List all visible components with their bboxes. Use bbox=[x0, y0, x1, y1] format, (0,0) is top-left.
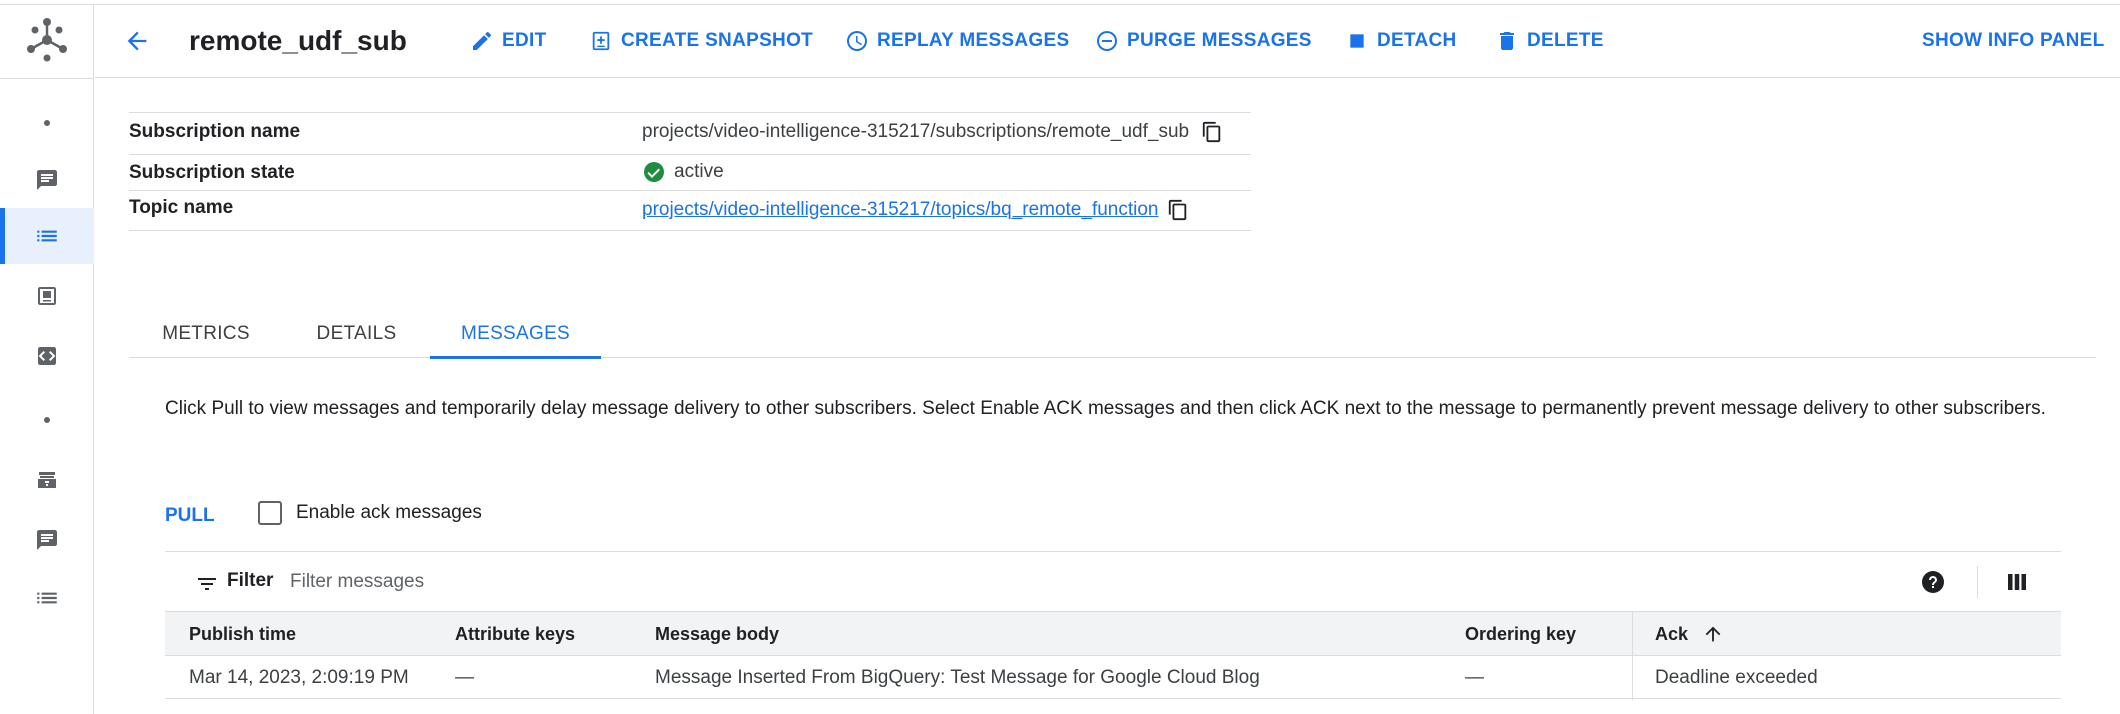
rail-divider bbox=[0, 78, 94, 79]
cell-ordering-key: — bbox=[1465, 667, 1484, 688]
subscription-state-value: active bbox=[642, 160, 724, 184]
filter-bar: Filter bbox=[165, 551, 2061, 611]
pull-button[interactable]: PULL bbox=[153, 500, 227, 532]
page-title: remote_udf_sub bbox=[189, 25, 407, 56]
nav-item-subscriptions[interactable] bbox=[0, 208, 94, 264]
show-info-panel-button[interactable]: SHOW INFO PANEL bbox=[1922, 25, 2105, 57]
property-row-topic-name: Topic name projects/video-intelligence-3… bbox=[129, 190, 1251, 231]
enable-ack-label: Enable ack messages bbox=[296, 502, 482, 523]
list-icon bbox=[37, 230, 57, 242]
tab-metrics[interactable]: METRICS bbox=[129, 310, 283, 358]
chat-icon bbox=[37, 170, 57, 190]
clock-icon bbox=[845, 29, 869, 53]
tab-messages[interactable]: MESSAGES bbox=[430, 310, 601, 359]
arrow-back-icon bbox=[127, 31, 147, 51]
detach-button[interactable]: DETACH bbox=[1345, 25, 1457, 57]
topic-link[interactable]: projects/video-intelligence-315217/topic… bbox=[642, 199, 1159, 221]
pubsub-logo-icon[interactable] bbox=[22, 15, 72, 65]
toolbar-divider bbox=[1977, 566, 1978, 598]
column-header-message-body[interactable]: Message body bbox=[655, 612, 779, 656]
copy-subscription-name-icon[interactable] bbox=[1201, 121, 1223, 143]
nav-dot-icon-2 bbox=[44, 417, 50, 423]
column-divider bbox=[1632, 612, 1633, 656]
nav-item-schemas[interactable] bbox=[0, 328, 94, 384]
nav-item-topics[interactable] bbox=[0, 152, 94, 208]
delete-button[interactable]: DELETE bbox=[1495, 25, 1604, 57]
help-icon[interactable] bbox=[1921, 570, 1945, 594]
chat-icon-2 bbox=[37, 530, 57, 550]
column-header-ordering-key[interactable]: Ordering key bbox=[1465, 612, 1576, 656]
code-icon bbox=[38, 347, 56, 365]
status-text: active bbox=[674, 161, 724, 182]
messages-description: Click Pull to view messages and temporar… bbox=[165, 398, 2046, 419]
property-row-subscription-name: Subscription name projects/video-intelli… bbox=[129, 112, 1251, 154]
edit-button[interactable]: EDIT bbox=[470, 25, 546, 57]
table-header-row: Publish time Attribute keys Message body… bbox=[165, 611, 2061, 656]
snapshot-icon bbox=[38, 287, 56, 305]
table-row[interactable]: Mar 14, 2023, 2:09:19 PM — Message Inser… bbox=[165, 655, 2061, 700]
column-header-attribute-keys[interactable]: Attribute keys bbox=[455, 612, 575, 656]
minus-circle-icon bbox=[1095, 29, 1119, 53]
column-display-icon[interactable] bbox=[2005, 570, 2029, 594]
filter-label: Filter bbox=[227, 570, 274, 591]
column-header-ack[interactable]: Ack bbox=[1655, 612, 1724, 656]
subscription-name-value: projects/video-intelligence-315217/subsc… bbox=[642, 121, 1223, 143]
topic-name-label: Topic name bbox=[129, 197, 234, 218]
subscription-tabs: METRICS DETAILS MESSAGES bbox=[129, 310, 2096, 359]
filter-icon[interactable] bbox=[195, 572, 219, 596]
trash-icon bbox=[1495, 29, 1519, 53]
storage-icon bbox=[38, 472, 56, 488]
snapshot-add-icon bbox=[589, 29, 613, 53]
create-snapshot-button[interactable]: CREATE SNAPSHOT bbox=[589, 25, 813, 57]
copy-topic-name-icon[interactable] bbox=[1167, 199, 1189, 221]
list-icon-2 bbox=[37, 592, 57, 604]
enable-ack-toggle[interactable]: Enable ack messages bbox=[258, 501, 482, 525]
page-header: remote_udf_sub EDIT CREATE SNAPSHOT REPL… bbox=[95, 5, 2120, 78]
subscription-properties: Subscription name projects/video-intelli… bbox=[129, 112, 1251, 231]
topic-name-value: projects/video-intelligence-315217/topic… bbox=[642, 199, 1189, 221]
stop-icon bbox=[1345, 29, 1369, 53]
cell-ack-status: Deadline exceeded bbox=[1655, 667, 1818, 688]
nav-item-lite-reservations[interactable] bbox=[0, 452, 94, 508]
nav-dot-icon bbox=[44, 120, 50, 126]
messages-table: Filter Publish time Attribute keys Messa… bbox=[165, 551, 2061, 700]
filter-input[interactable] bbox=[290, 564, 790, 600]
back-button[interactable] bbox=[121, 25, 153, 57]
property-row-subscription-state: Subscription state active bbox=[129, 154, 1251, 190]
nav-item-lite-topics[interactable] bbox=[0, 512, 94, 568]
sort-ascending-icon bbox=[1705, 626, 1721, 642]
subscription-state-label: Subscription state bbox=[129, 162, 295, 183]
subscription-name-label: Subscription name bbox=[129, 121, 301, 142]
check-circle-icon bbox=[642, 160, 666, 184]
column-header-publish-time[interactable]: Publish time bbox=[189, 612, 296, 656]
cell-publish-time: Mar 14, 2023, 2:09:19 PM bbox=[189, 667, 409, 688]
pencil-icon bbox=[470, 29, 494, 53]
cell-message-body: Message Inserted From BigQuery: Test Mes… bbox=[655, 667, 1260, 688]
left-nav-rail bbox=[0, 5, 94, 714]
enable-ack-checkbox[interactable] bbox=[258, 501, 282, 525]
nav-item-snapshots[interactable] bbox=[0, 268, 94, 324]
replay-messages-button[interactable]: REPLAY MESSAGES bbox=[845, 25, 1069, 57]
nav-item-lite-subscriptions[interactable] bbox=[0, 570, 94, 626]
cell-attribute-keys: — bbox=[455, 667, 474, 688]
column-divider bbox=[1632, 656, 1633, 700]
purge-messages-button[interactable]: PURGE MESSAGES bbox=[1095, 25, 1312, 57]
tab-details[interactable]: DETAILS bbox=[283, 310, 430, 358]
